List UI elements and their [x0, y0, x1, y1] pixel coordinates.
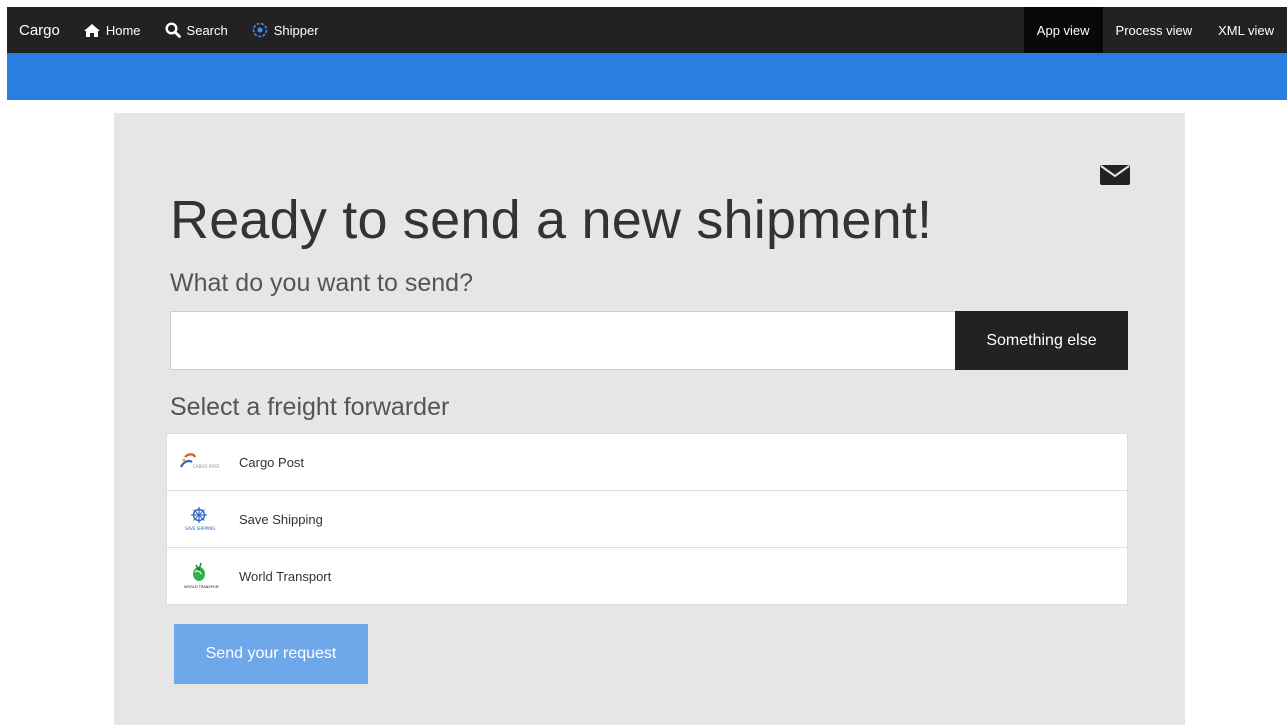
forwarder-item-cargo-post[interactable]: CARGO POST Cargo Post — [167, 434, 1127, 491]
nav-home-label: Home — [105, 22, 141, 38]
forwarder-list: CARGO POST Cargo Post SAVE SHIPPING Save… — [166, 433, 1128, 605]
svg-text:CARGO POST: CARGO POST — [193, 464, 219, 469]
shipment-item-input[interactable] — [170, 311, 955, 370]
question-label: What do you want to send? — [170, 269, 473, 297]
tab-app-view[interactable]: App view — [1023, 7, 1103, 53]
nav-search[interactable]: Search — [153, 7, 240, 53]
forwarder-item-world-transport[interactable]: WORLD TRANSPORT World Transport — [167, 548, 1127, 604]
accent-bar — [7, 53, 1287, 100]
tab-xml-view[interactable]: XML view — [1205, 7, 1287, 53]
world-transport-logo: WORLD TRANSPORT — [179, 561, 219, 591]
search-icon — [165, 22, 181, 38]
mail-icon[interactable] — [1100, 165, 1130, 185]
save-shipping-logo: SAVE SHIPPING — [179, 504, 219, 534]
something-else-button[interactable]: Something else — [955, 311, 1128, 370]
forwarder-name: World Transport — [239, 568, 332, 584]
shipper-icon — [252, 22, 268, 38]
shipment-panel: Ready to send a new shipment! What do yo… — [114, 113, 1185, 725]
cargo-post-logo: CARGO POST — [179, 447, 219, 477]
tab-process-view[interactable]: Process view — [1103, 7, 1206, 53]
nav-left: Cargo Home Search Shipper — [7, 7, 331, 53]
top-navbar: Cargo Home Search Shipper App view Proce… — [7, 7, 1287, 53]
nav-shipper[interactable]: Shipper — [240, 7, 331, 53]
view-switcher: App view Process view XML view — [1023, 7, 1287, 53]
page-title: Ready to send a new shipment! — [170, 190, 933, 250]
forwarder-name: Cargo Post — [239, 454, 305, 470]
nav-search-label: Search — [186, 22, 228, 38]
svg-text:SAVE SHIPPING: SAVE SHIPPING — [185, 526, 215, 531]
forwarder-name: Save Shipping — [239, 511, 323, 527]
forwarder-label: Select a freight forwarder — [170, 393, 450, 421]
shipment-input-group: Something else — [170, 311, 1128, 370]
brand-link[interactable]: Cargo — [7, 22, 72, 39]
send-request-button[interactable]: Send your request — [174, 624, 368, 684]
nav-home[interactable]: Home — [72, 7, 153, 53]
svg-text:WORLD TRANSPORT: WORLD TRANSPORT — [184, 585, 219, 589]
home-icon — [83, 23, 100, 37]
forwarder-item-save-shipping[interactable]: SAVE SHIPPING Save Shipping — [167, 491, 1127, 548]
nav-shipper-label: Shipper — [273, 22, 319, 38]
